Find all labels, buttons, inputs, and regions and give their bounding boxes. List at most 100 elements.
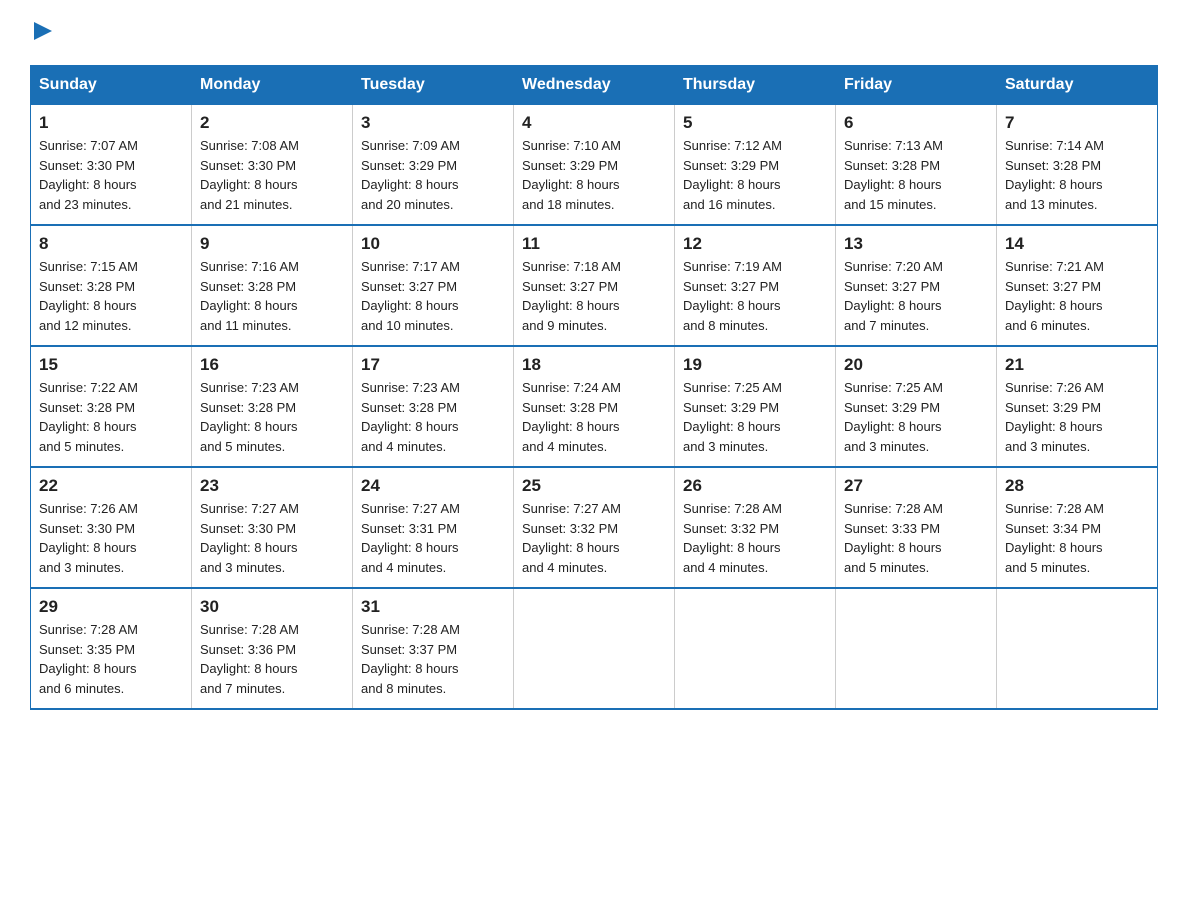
day-info: Sunrise: 7:09 AM Sunset: 3:29 PM Dayligh… <box>361 136 505 214</box>
day-info: Sunrise: 7:28 AM Sunset: 3:35 PM Dayligh… <box>39 620 183 698</box>
day-number: 22 <box>39 476 183 496</box>
calendar-header-row: SundayMondayTuesdayWednesdayThursdayFrid… <box>31 66 1158 105</box>
day-number: 13 <box>844 234 988 254</box>
day-info: Sunrise: 7:27 AM Sunset: 3:32 PM Dayligh… <box>522 499 666 577</box>
day-info: Sunrise: 7:28 AM Sunset: 3:34 PM Dayligh… <box>1005 499 1149 577</box>
calendar-cell <box>997 588 1158 709</box>
day-info: Sunrise: 7:10 AM Sunset: 3:29 PM Dayligh… <box>522 136 666 214</box>
day-number: 1 <box>39 113 183 133</box>
calendar-cell: 18 Sunrise: 7:24 AM Sunset: 3:28 PM Dayli… <box>514 346 675 467</box>
day-info: Sunrise: 7:18 AM Sunset: 3:27 PM Dayligh… <box>522 257 666 335</box>
weekday-header-tuesday: Tuesday <box>353 66 514 105</box>
calendar-cell: 2 Sunrise: 7:08 AM Sunset: 3:30 PM Daylig… <box>192 105 353 226</box>
page-header <box>30 20 1158 47</box>
day-number: 9 <box>200 234 344 254</box>
weekday-header-friday: Friday <box>836 66 997 105</box>
calendar-cell: 31 Sunrise: 7:28 AM Sunset: 3:37 PM Dayli… <box>353 588 514 709</box>
calendar-cell <box>836 588 997 709</box>
day-info: Sunrise: 7:13 AM Sunset: 3:28 PM Dayligh… <box>844 136 988 214</box>
calendar-cell: 21 Sunrise: 7:26 AM Sunset: 3:29 PM Dayli… <box>997 346 1158 467</box>
day-info: Sunrise: 7:27 AM Sunset: 3:31 PM Dayligh… <box>361 499 505 577</box>
day-number: 2 <box>200 113 344 133</box>
weekday-header-thursday: Thursday <box>675 66 836 105</box>
day-info: Sunrise: 7:26 AM Sunset: 3:30 PM Dayligh… <box>39 499 183 577</box>
calendar-week-row: 22 Sunrise: 7:26 AM Sunset: 3:30 PM Dayli… <box>31 467 1158 588</box>
calendar-cell: 20 Sunrise: 7:25 AM Sunset: 3:29 PM Dayli… <box>836 346 997 467</box>
day-number: 28 <box>1005 476 1149 496</box>
calendar-cell: 7 Sunrise: 7:14 AM Sunset: 3:28 PM Daylig… <box>997 105 1158 226</box>
day-info: Sunrise: 7:19 AM Sunset: 3:27 PM Dayligh… <box>683 257 827 335</box>
day-info: Sunrise: 7:20 AM Sunset: 3:27 PM Dayligh… <box>844 257 988 335</box>
calendar-cell <box>675 588 836 709</box>
day-number: 18 <box>522 355 666 375</box>
calendar-cell: 19Sunrise: 7:25 AM Sunset: 3:29 PM Dayli… <box>675 346 836 467</box>
calendar-cell: 25 Sunrise: 7:27 AM Sunset: 3:32 PM Dayli… <box>514 467 675 588</box>
day-number: 15 <box>39 355 183 375</box>
day-number: 10 <box>361 234 505 254</box>
day-info: Sunrise: 7:14 AM Sunset: 3:28 PM Dayligh… <box>1005 136 1149 214</box>
calendar-cell: 4Sunrise: 7:10 AM Sunset: 3:29 PM Daylig… <box>514 105 675 226</box>
day-info: Sunrise: 7:23 AM Sunset: 3:28 PM Dayligh… <box>361 378 505 456</box>
calendar-cell: 10 Sunrise: 7:17 AM Sunset: 3:27 PM Dayli… <box>353 225 514 346</box>
day-info: Sunrise: 7:24 AM Sunset: 3:28 PM Dayligh… <box>522 378 666 456</box>
calendar-cell: 30Sunrise: 7:28 AM Sunset: 3:36 PM Dayli… <box>192 588 353 709</box>
day-number: 21 <box>1005 355 1149 375</box>
weekday-header-saturday: Saturday <box>997 66 1158 105</box>
day-number: 26 <box>683 476 827 496</box>
day-info: Sunrise: 7:23 AM Sunset: 3:28 PM Dayligh… <box>200 378 344 456</box>
day-info: Sunrise: 7:22 AM Sunset: 3:28 PM Dayligh… <box>39 378 183 456</box>
day-number: 20 <box>844 355 988 375</box>
calendar-cell: 29 Sunrise: 7:28 AM Sunset: 3:35 PM Dayli… <box>31 588 192 709</box>
day-info: Sunrise: 7:26 AM Sunset: 3:29 PM Dayligh… <box>1005 378 1149 456</box>
calendar-cell: 28 Sunrise: 7:28 AM Sunset: 3:34 PM Dayli… <box>997 467 1158 588</box>
day-number: 6 <box>844 113 988 133</box>
day-number: 23 <box>200 476 344 496</box>
day-number: 31 <box>361 597 505 617</box>
calendar-week-row: 8Sunrise: 7:15 AM Sunset: 3:28 PM Daylig… <box>31 225 1158 346</box>
calendar-cell: 11 Sunrise: 7:18 AM Sunset: 3:27 PM Dayli… <box>514 225 675 346</box>
day-number: 3 <box>361 113 505 133</box>
day-info: Sunrise: 7:15 AM Sunset: 3:28 PM Dayligh… <box>39 257 183 335</box>
day-number: 7 <box>1005 113 1149 133</box>
calendar-cell: 14 Sunrise: 7:21 AM Sunset: 3:27 PM Dayli… <box>997 225 1158 346</box>
day-info: Sunrise: 7:28 AM Sunset: 3:32 PM Dayligh… <box>683 499 827 577</box>
calendar-cell: 17 Sunrise: 7:23 AM Sunset: 3:28 PM Dayli… <box>353 346 514 467</box>
day-info: Sunrise: 7:25 AM Sunset: 3:29 PM Dayligh… <box>844 378 988 456</box>
day-number: 17 <box>361 355 505 375</box>
logo <box>30 20 54 47</box>
calendar-cell: 5 Sunrise: 7:12 AM Sunset: 3:29 PM Daylig… <box>675 105 836 226</box>
day-number: 16 <box>200 355 344 375</box>
day-info: Sunrise: 7:27 AM Sunset: 3:30 PM Dayligh… <box>200 499 344 577</box>
day-info: Sunrise: 7:21 AM Sunset: 3:27 PM Dayligh… <box>1005 257 1149 335</box>
day-info: Sunrise: 7:16 AM Sunset: 3:28 PM Dayligh… <box>200 257 344 335</box>
day-number: 11 <box>522 234 666 254</box>
day-number: 29 <box>39 597 183 617</box>
calendar-cell: 12 Sunrise: 7:19 AM Sunset: 3:27 PM Dayli… <box>675 225 836 346</box>
weekday-header-monday: Monday <box>192 66 353 105</box>
calendar-cell: 1Sunrise: 7:07 AM Sunset: 3:30 PM Daylig… <box>31 105 192 226</box>
calendar-week-row: 29 Sunrise: 7:28 AM Sunset: 3:35 PM Dayli… <box>31 588 1158 709</box>
day-number: 14 <box>1005 234 1149 254</box>
calendar-cell <box>514 588 675 709</box>
calendar-cell: 8Sunrise: 7:15 AM Sunset: 3:28 PM Daylig… <box>31 225 192 346</box>
day-number: 5 <box>683 113 827 133</box>
calendar-cell: 6 Sunrise: 7:13 AM Sunset: 3:28 PM Daylig… <box>836 105 997 226</box>
calendar-cell: 24 Sunrise: 7:27 AM Sunset: 3:31 PM Dayli… <box>353 467 514 588</box>
calendar-cell: 9 Sunrise: 7:16 AM Sunset: 3:28 PM Daylig… <box>192 225 353 346</box>
calendar-cell: 3 Sunrise: 7:09 AM Sunset: 3:29 PM Daylig… <box>353 105 514 226</box>
calendar-cell: 22 Sunrise: 7:26 AM Sunset: 3:30 PM Dayli… <box>31 467 192 588</box>
day-info: Sunrise: 7:17 AM Sunset: 3:27 PM Dayligh… <box>361 257 505 335</box>
day-number: 27 <box>844 476 988 496</box>
day-info: Sunrise: 7:28 AM Sunset: 3:37 PM Dayligh… <box>361 620 505 698</box>
weekday-header-wednesday: Wednesday <box>514 66 675 105</box>
day-number: 24 <box>361 476 505 496</box>
day-number: 19 <box>683 355 827 375</box>
calendar-cell: 26 Sunrise: 7:28 AM Sunset: 3:32 PM Dayli… <box>675 467 836 588</box>
calendar-week-row: 1Sunrise: 7:07 AM Sunset: 3:30 PM Daylig… <box>31 105 1158 226</box>
day-number: 12 <box>683 234 827 254</box>
calendar-cell: 15 Sunrise: 7:22 AM Sunset: 3:28 PM Dayli… <box>31 346 192 467</box>
calendar-week-row: 15 Sunrise: 7:22 AM Sunset: 3:28 PM Dayli… <box>31 346 1158 467</box>
day-info: Sunrise: 7:12 AM Sunset: 3:29 PM Dayligh… <box>683 136 827 214</box>
day-info: Sunrise: 7:08 AM Sunset: 3:30 PM Dayligh… <box>200 136 344 214</box>
day-number: 25 <box>522 476 666 496</box>
